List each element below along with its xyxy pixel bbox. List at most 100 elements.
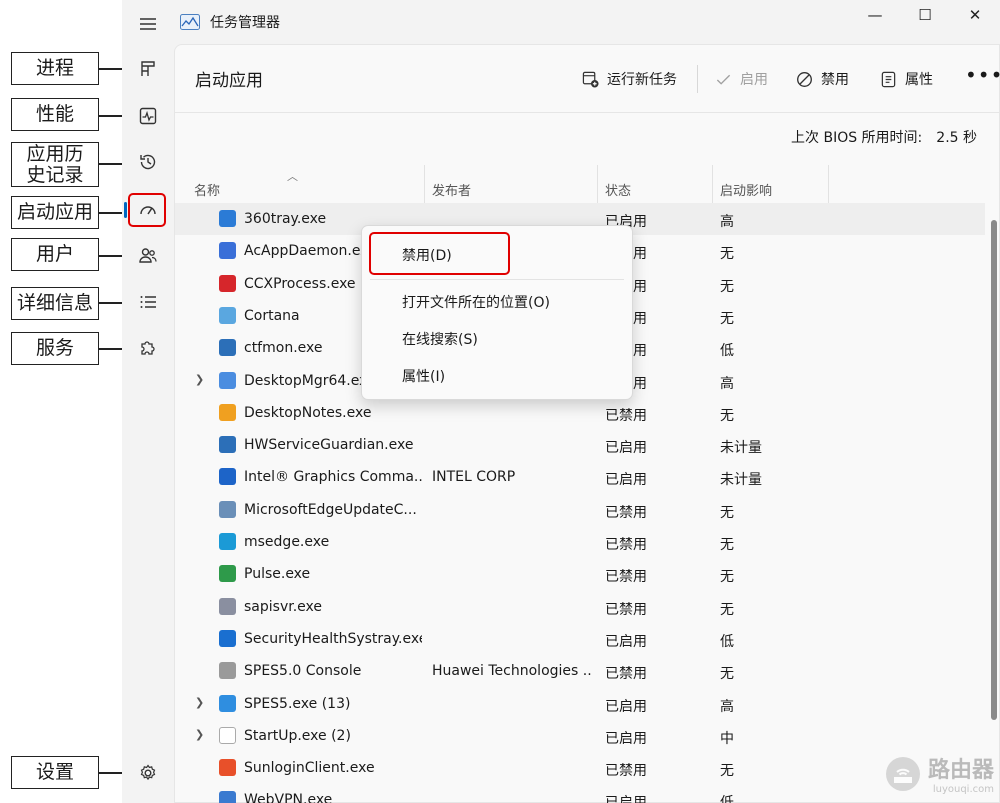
content-pane: 启动应用 运行新任务 启用 禁用 属性 ••• 上次 BIOS 所用时间: 2.… [174, 44, 1000, 803]
callout-app-history: 应用历 史记录 [11, 142, 99, 187]
cell-impact: 无 [720, 310, 734, 327]
nav-app-history[interactable] [132, 146, 164, 178]
cell-impact: 高 [720, 214, 734, 230]
expand-chevron-icon[interactable]: ❯ [195, 728, 204, 741]
ctx-properties[interactable]: 属性(I) [402, 366, 445, 386]
task-manager-app-icon [180, 14, 200, 30]
callout-services: 服务 [11, 332, 99, 365]
table-row[interactable]: ❯ StartUp.exe (2) 已启用 中 [175, 720, 985, 752]
cell-impact: 中 [720, 730, 734, 747]
table-row[interactable]: Pulse.exe 已禁用 无 [175, 558, 985, 590]
nav-settings[interactable] [132, 757, 164, 789]
table-row[interactable]: SecurityHealthSystray.exe 已启用 低 [175, 623, 985, 655]
cell-name: AcAppDaemon.exe [244, 243, 377, 260]
ctx-divider [370, 279, 624, 280]
cell-status: 已禁用 [605, 537, 647, 553]
table-row[interactable]: MicrosoftEdgeUpdateC... 已禁用 无 [175, 494, 985, 526]
watermark-sub: luyouqi.com [932, 784, 994, 795]
column-header-impact[interactable]: 启动影响 [720, 180, 772, 199]
callout-settings: 设置 [11, 756, 99, 789]
minimize-button[interactable]: — [850, 0, 900, 30]
column-header-publisher[interactable]: 发布者 [432, 180, 471, 199]
app-icon [219, 468, 236, 486]
table-row[interactable]: SPES5.0 Console Huawei Technologies ... 已禁… [175, 655, 985, 687]
cell-impact: 未计量 [720, 472, 762, 489]
cell-status: 已启用 [605, 698, 647, 715]
column-header-status[interactable]: 状态 [605, 180, 631, 199]
nav-processes[interactable] [132, 53, 164, 85]
cell-status: 已禁用 [605, 569, 647, 586]
cell-impact: 低 [720, 343, 734, 360]
expand-chevron-icon[interactable]: ❯ [195, 373, 204, 386]
table-row[interactable]: msedge.exe 已禁用 无 [175, 526, 985, 558]
column-header-name[interactable]: 名称 [194, 180, 220, 199]
checkmark-icon [716, 74, 731, 85]
cell-name: msedge.exe [244, 534, 330, 550]
app-icon [219, 726, 236, 744]
run-new-task-button[interactable]: 运行新任务 [582, 69, 677, 89]
table-header: ︿ 名称 发布者 状态 启动影响 [175, 165, 999, 203]
table-row[interactable]: sapisvr.exe 已禁用 无 [175, 591, 985, 623]
disable-button[interactable]: 禁用 [796, 69, 849, 89]
cell-name: DesktopMgr64.exe [244, 372, 376, 389]
app-icon [219, 306, 236, 324]
hamburger-menu-button[interactable] [132, 8, 164, 40]
title-bar: 任务管理器 — ☐ ✕ [174, 0, 1000, 44]
app-icon [219, 597, 236, 615]
app-icon [219, 565, 236, 583]
cell-impact: 无 [720, 278, 734, 295]
cell-impact: 无 [720, 569, 734, 586]
toolbar-divider [697, 65, 698, 93]
maximize-button[interactable]: ☐ [900, 0, 950, 30]
ctx-search-online[interactable]: 在线搜索(S) [402, 329, 478, 349]
expand-chevron-icon[interactable]: ❯ [195, 696, 204, 709]
app-icon [219, 339, 236, 357]
cell-name: SunloginClient.exe [244, 760, 375, 777]
cell-status: 已启用 [605, 730, 647, 747]
nav-users[interactable] [132, 239, 164, 271]
vertical-scrollbar[interactable] [991, 220, 997, 720]
table-row[interactable]: DesktopNotes.exe 已禁用 无 [175, 397, 985, 429]
cell-name: 360tray.exe [244, 211, 327, 227]
processes-icon [141, 61, 155, 76]
nav-services[interactable] [132, 332, 164, 364]
cell-status: 已禁用 [605, 763, 647, 780]
table-row[interactable]: WebVPN.exe 已启用 低 [175, 784, 985, 803]
nav-active-indicator [124, 202, 127, 218]
app-icon [219, 436, 236, 454]
nav-performance[interactable] [132, 100, 164, 132]
table-row[interactable]: SunloginClient.exe 已禁用 无 [175, 752, 985, 784]
callout-processes: 进程 [11, 52, 99, 85]
close-button[interactable]: ✕ [950, 0, 1000, 30]
hamburger-icon [140, 18, 156, 30]
cell-name: Pulse.exe [244, 566, 311, 583]
cell-status: 已启用 [605, 440, 647, 457]
properties-button[interactable]: 属性 [880, 69, 933, 89]
callout-performance: 性能 [11, 98, 99, 131]
table-row[interactable]: Intel® Graphics Comma... INTEL CORP 已启用 未计量 [175, 461, 985, 493]
cell-impact: 无 [720, 537, 734, 553]
details-list-icon [140, 296, 156, 308]
ctx-open-file-location[interactable]: 打开文件所在的位置(O) [402, 292, 550, 312]
app-icon [219, 242, 236, 260]
app-icon [219, 371, 236, 389]
table-row[interactable]: HWServiceGuardian.exe 已启用 未计量 [175, 429, 985, 461]
toolbar: 启动应用 运行新任务 启用 禁用 属性 ••• [175, 45, 1000, 113]
nav-details[interactable] [132, 286, 164, 318]
table-row[interactable]: ❯ SPES5.exe (13) 已启用 高 [175, 688, 985, 720]
cell-name: HWServiceGuardian.exe [244, 437, 414, 454]
bios-label: 上次 BIOS 所用时间: [791, 130, 923, 146]
history-icon [140, 154, 156, 170]
services-puzzle-icon [141, 341, 155, 355]
cell-status: 已启用 [605, 792, 647, 803]
more-options-button[interactable]: ••• [965, 63, 1000, 87]
cell-name: ctfmon.exe [244, 340, 323, 357]
annotation-panel: 进程 性能 应用历 史记录 启动应用 用户 详细信息 服务 设置 [0, 0, 130, 803]
enable-button[interactable]: 启用 [715, 69, 768, 89]
cell-impact: 无 [720, 763, 734, 780]
callout-details: 详细信息 [11, 287, 99, 320]
cell-impact: 未计量 [720, 440, 762, 457]
cell-impact: 高 [720, 698, 734, 715]
cell-impact: 无 [720, 407, 734, 424]
window-controls: — ☐ ✕ [850, 0, 1000, 30]
